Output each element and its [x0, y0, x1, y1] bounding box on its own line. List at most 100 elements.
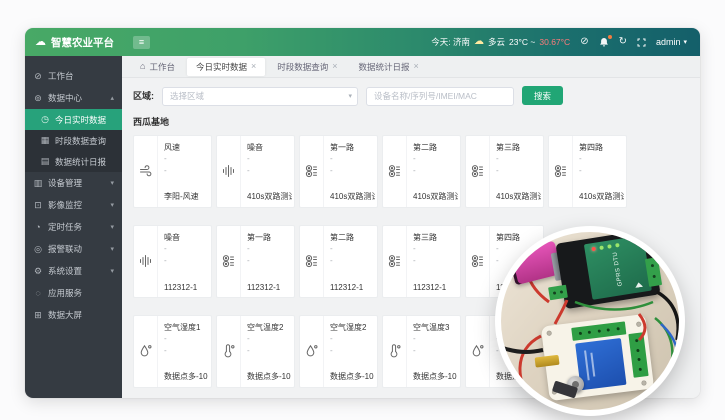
tab-today-realtime-data[interactable]: 今日实时数据 ×: [187, 58, 265, 76]
sidebar-item-label: 应用服务: [48, 287, 82, 299]
weather-label: 今天: 济南: [431, 36, 470, 48]
app-title: 智慧农业平台: [51, 35, 114, 50]
sidebar-item-today-realtime-data[interactable]: ◷ 今日实时数据: [25, 109, 122, 130]
sensor-value: -: [330, 153, 375, 165]
expand-arrow-icon: ▾: [110, 201, 114, 209]
device-name: 410s双路测试-1: [247, 191, 292, 202]
notification-dot: [608, 35, 612, 39]
gear-icon: ⚙: [33, 266, 43, 277]
sensor-title: 第三路: [413, 232, 458, 243]
tab-label: 工作台: [149, 61, 175, 73]
apps-icon: ◌: [33, 288, 43, 298]
sensor-card[interactable]: 空气温度3 - - 数据点多-10: [382, 315, 461, 388]
sidebar-item-workbench[interactable]: ⊘ 工作台: [25, 65, 122, 87]
sensor-value: -: [496, 153, 541, 165]
sensor-card[interactable]: 噪音 - - 112312-1: [133, 225, 212, 298]
sensor-card[interactable]: 第三路 - - 112312-1: [382, 225, 461, 298]
device-name: 410s双路测试-1: [413, 191, 458, 202]
sidebar-item-data-center[interactable]: ⊚ 数据中心 ▴: [25, 87, 122, 109]
sensor-value: -: [164, 333, 209, 345]
sensor-card[interactable]: 第三路 - - 410s双路测试-1: [465, 135, 544, 208]
card-row: 风速 - - 李阳-风速 噪音 - - 410s双路测试-1 第一路 - - 4…: [133, 135, 700, 208]
sensor-title: 第二路: [330, 232, 375, 243]
sensor-value: -: [164, 243, 209, 255]
compass-icon[interactable]: ⊘: [580, 37, 588, 47]
device-name: 112312-1: [413, 283, 458, 292]
sidebar-item-scheduled-tasks[interactable]: ◔ 定时任务 ▾: [25, 216, 122, 238]
sidebar-item-video-monitoring[interactable]: ⊡ 影像监控 ▾: [25, 194, 122, 216]
sensor-value: -: [247, 345, 292, 357]
sensor-value: -: [247, 165, 292, 177]
sensor-card[interactable]: 噪音 - - 410s双路测试-1: [216, 135, 295, 208]
search-button[interactable]: 搜索: [522, 86, 563, 105]
sidebar-item-system-settings[interactable]: ⚙ 系统设置 ▾: [25, 260, 122, 282]
sensor-card[interactable]: 风速 - - 李阳-风速: [133, 135, 212, 208]
region-select-input[interactable]: [162, 87, 358, 106]
sensor-value: -: [413, 333, 458, 345]
device-photo-circle: GPRS DTU: [495, 226, 685, 416]
expand-arrow-icon: ▾: [110, 267, 114, 275]
temperature-icon: [383, 316, 407, 387]
sidebar-item-period-data-query[interactable]: ▦ 时段数据查询: [25, 130, 122, 151]
close-icon[interactable]: ×: [414, 62, 419, 71]
sensor-card[interactable]: 空气温度2 - - 数据点多-10: [216, 315, 295, 388]
user-menu[interactable]: admin ▾: [656, 37, 687, 47]
sensor-card[interactable]: 第二路 - - 112312-1: [299, 225, 378, 298]
refresh-icon[interactable]: ↻: [619, 37, 627, 47]
sensor-card[interactable]: 空气湿度1 - - 数据点多-10: [133, 315, 212, 388]
tab-daily-data-report[interactable]: 数据统计日报 ×: [350, 58, 428, 76]
fullscreen-icon[interactable]: [637, 38, 646, 47]
sidebar-item-label: 时段数据查询: [55, 135, 106, 147]
bell-icon[interactable]: [599, 37, 609, 47]
device-search-input[interactable]: [366, 87, 514, 106]
sensor-title: 第一路: [247, 232, 292, 243]
tab-bar: ⌂ 工作台 今日实时数据 × 时段数据查询 × 数据统计日报 ×: [122, 56, 700, 78]
sensor-value: -: [330, 255, 375, 267]
sensor-value: -: [247, 333, 292, 345]
sensor-card[interactable]: 第一路 - - 112312-1: [216, 225, 295, 298]
sidebar-collapse-button[interactable]: ≡: [133, 36, 150, 49]
noise-icon: [217, 136, 241, 207]
sidebar-item-label: 设备管理: [48, 177, 82, 189]
sensor-title: 第四路: [579, 142, 624, 153]
device-name: 数据点多-10: [247, 371, 292, 382]
sidebar-item-label: 影像监控: [48, 199, 82, 211]
sensor-value: -: [330, 165, 375, 177]
sidebar-item-device-management[interactable]: ▥ 设备管理 ▾: [25, 172, 122, 194]
region-select[interactable]: ▾: [162, 86, 358, 106]
close-icon[interactable]: ×: [251, 62, 256, 71]
sensor-card[interactable]: 第二路 - - 410s双路测试-1: [382, 135, 461, 208]
sidebar-item-app-services[interactable]: ◌ 应用服务: [25, 282, 122, 304]
sensor-card[interactable]: 第一路 - - 410s双路测试-1: [299, 135, 378, 208]
sensor-value: -: [330, 345, 375, 357]
sensor-value: -: [413, 345, 458, 357]
humidity-icon: [466, 316, 490, 387]
sensor-title: 第三路: [496, 142, 541, 153]
sensor-value: -: [413, 243, 458, 255]
data-center-icon: ⊚: [33, 93, 43, 104]
region-label: 区域:: [133, 89, 154, 102]
sensor-value: -: [579, 153, 624, 165]
sensor-card[interactable]: 第四路 - - 410s双路测试-1: [548, 135, 627, 208]
relay-icon: [466, 136, 490, 207]
sensor-card[interactable]: 空气湿度2 - - 数据点多-10: [299, 315, 378, 388]
close-icon[interactable]: ×: [332, 62, 337, 71]
weather-condition: 多云: [488, 36, 505, 48]
sidebar-item-data-screen[interactable]: ⊞ 数据大屏: [25, 304, 122, 326]
app-logo: ☁ 智慧农业平台: [25, 35, 122, 50]
grid-icon: ▦: [40, 135, 50, 146]
expand-arrow-icon: ▴: [110, 94, 114, 102]
sidebar-item-daily-data-report[interactable]: ▤ 数据统计日报: [25, 151, 122, 172]
tab-period-data-query[interactable]: 时段数据查询 ×: [268, 58, 346, 76]
device-search[interactable]: [366, 86, 514, 106]
sidebar-item-label: 工作台: [48, 70, 74, 82]
cloud-logo-icon: ☁: [35, 37, 46, 48]
device-name: 数据点多-10: [413, 371, 458, 382]
sidebar-item-alarm-linkage[interactable]: ◎ 报警联动 ▾: [25, 238, 122, 260]
tab-workbench[interactable]: ⌂ 工作台: [131, 58, 184, 76]
sensor-title: 噪音: [247, 142, 292, 153]
sensor-title: 第二路: [413, 142, 458, 153]
sensor-value: -: [247, 255, 292, 267]
expand-arrow-icon: ▾: [110, 245, 114, 253]
sensor-title: 空气温度2: [247, 322, 292, 333]
